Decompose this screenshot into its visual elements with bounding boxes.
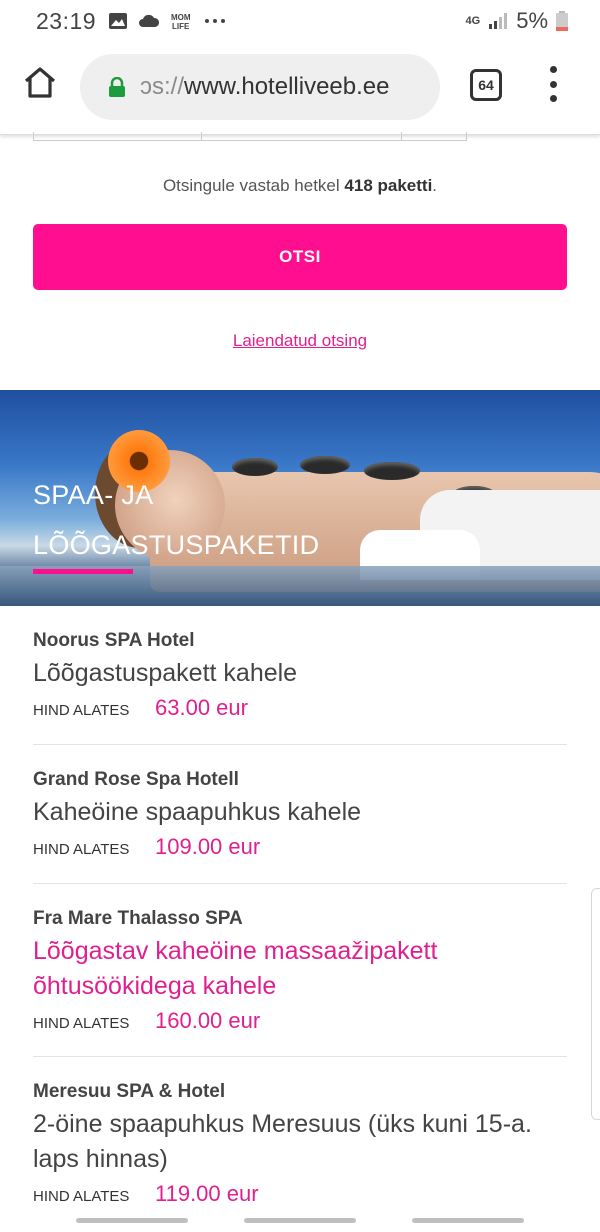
- search-form-fields-edge: [33, 132, 467, 141]
- package-price-row: HIND ALATES 160.00 eur: [33, 1008, 567, 1034]
- package-price: 63.00 eur: [155, 695, 248, 720]
- package-title[interactable]: 2-öine spaapuhkus Meresuus (üks kuni 15-…: [33, 1107, 567, 1177]
- tab-switcher-button[interactable]: 64: [470, 69, 502, 101]
- battery-percent: 5%: [516, 8, 548, 33]
- banner-title-line2: LÕÕGASTUSPAKETID: [33, 530, 320, 560]
- nav-gesture-left[interactable]: [76, 1218, 188, 1223]
- svg-text:LIFE: LIFE: [172, 22, 190, 30]
- gesture-nav-bar: [0, 1212, 600, 1232]
- package-price-row: HIND ALATES 109.00 eur: [33, 834, 567, 860]
- nav-gesture-right[interactable]: [412, 1218, 524, 1223]
- price-label: HIND ALATES: [33, 702, 130, 719]
- package-title[interactable]: Kaheöine spaapuhkus kahele: [33, 795, 567, 830]
- url-scheme: ɔs://: [140, 73, 185, 100]
- package-price: 160.00 eur: [155, 1008, 261, 1033]
- package-item[interactable]: Meresuu SPA & Hotel 2-öine spaapuhkus Me…: [33, 1081, 567, 1231]
- price-label: HIND ALATES: [33, 1015, 130, 1032]
- overflow-menu-icon[interactable]: [548, 66, 558, 102]
- nav-gesture-center[interactable]: [244, 1218, 356, 1223]
- banner-title: SPAA- JA LÕÕGASTUSPAKETID: [33, 470, 319, 570]
- more-icon: [205, 19, 226, 23]
- battery-icon: [556, 11, 568, 31]
- package-hotel: Fra Mare Thalasso SPA: [33, 908, 243, 929]
- package-title[interactable]: Lõõgastuspakett kahele: [33, 656, 567, 691]
- system-indicators: 4G 5%: [466, 8, 568, 34]
- package-hotel: Meresuu SPA & Hotel: [33, 1081, 226, 1102]
- signal-icon: [489, 13, 508, 29]
- package-hotel: Noorus SPA Hotel: [33, 630, 195, 651]
- package-item[interactable]: Noorus SPA Hotel Lõõgastuspakett kahele …: [33, 630, 567, 745]
- network-type: 4G: [465, 15, 481, 27]
- package-item[interactable]: Fra Mare Thalasso SPA Lõõgastav kaheöine…: [33, 908, 567, 1057]
- result-count-value: 418 paketti: [344, 176, 433, 195]
- momlife-icon: MOMLIFE: [171, 13, 191, 30]
- address-bar[interactable]: ɔs://www.hotelliveeb.ee: [80, 54, 440, 120]
- lock-icon: [109, 77, 125, 97]
- result-count-prefix: Otsingule vastab hetkel: [162, 176, 340, 195]
- status-bar: 23:19 MOM LIFE 4G 5%: [0, 0, 600, 42]
- notification-icons: MOM LIFE: [108, 12, 226, 30]
- package-item[interactable]: Grand Rose Spa Hotell Kaheöine spaapuhku…: [33, 769, 567, 884]
- advanced-search-link[interactable]: Laiendatud otsing: [0, 331, 600, 351]
- package-title[interactable]: Lõõgastav kaheöine massaažipakett õhtusö…: [33, 934, 567, 1004]
- package-list: Noorus SPA Hotel Lõõgastuspakett kahele …: [33, 630, 567, 1231]
- svg-text:MOM: MOM: [171, 13, 191, 22]
- image-icon: [109, 13, 128, 29]
- url-host: www.hotelliveeb.ee: [184, 73, 390, 100]
- package-hotel: Grand Rose Spa Hotell: [33, 769, 239, 790]
- package-price: 119.00 eur: [155, 1181, 259, 1206]
- package-price-row: HIND ALATES 119.00 eur: [33, 1181, 567, 1207]
- home-icon[interactable]: [22, 64, 58, 100]
- stone-icon: [364, 462, 420, 480]
- price-label: HIND ALATES: [33, 1188, 130, 1205]
- result-count-text: Otsingule vastab hetkel 418 paketti.: [0, 176, 600, 196]
- status-time: 23:19: [36, 7, 97, 34]
- package-price-row: HIND ALATES 63.00 eur: [33, 695, 567, 721]
- tab-count: 64: [478, 77, 494, 93]
- floating-scroll-handle[interactable]: [591, 888, 600, 1120]
- result-count-suffix: .: [432, 176, 438, 195]
- package-price: 109.00 eur: [155, 834, 261, 859]
- cloud-icon: [139, 14, 160, 27]
- url-text: ɔs://www.hotelliveeb.ee: [140, 73, 440, 101]
- price-label: HIND ALATES: [33, 841, 130, 858]
- search-button[interactable]: OTSI: [33, 224, 567, 290]
- banner-title-line1: SPAA- JA: [33, 480, 154, 510]
- banner-accent-bar: [33, 569, 133, 574]
- browser-toolbar: ɔs://www.hotelliveeb.ee 64: [0, 42, 600, 135]
